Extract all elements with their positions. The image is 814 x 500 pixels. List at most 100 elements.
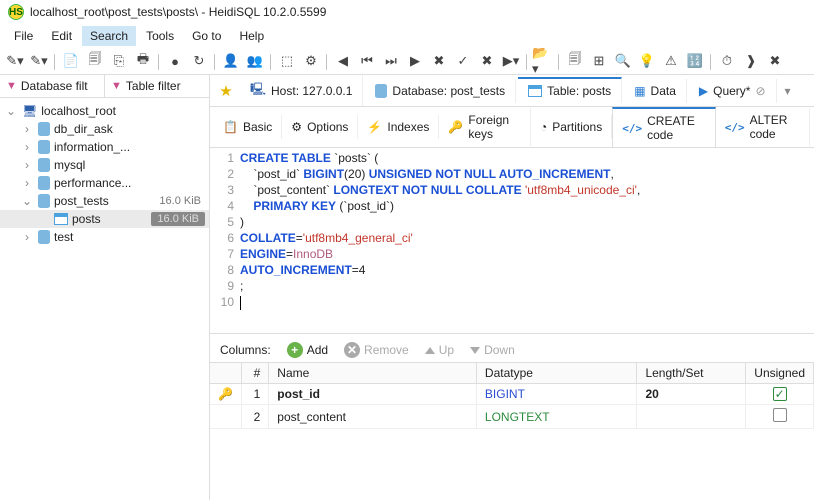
tree-db-performance...[interactable]: ›performance... (0, 174, 209, 192)
query-icon: ▶ (699, 84, 708, 98)
menu-file[interactable]: File (6, 26, 41, 46)
toolbar-button[interactable]: ✓ (452, 50, 474, 72)
toolbar-button[interactable]: 📄 (60, 50, 82, 72)
unsigned-checkbox[interactable] (773, 408, 787, 422)
move-down-button[interactable]: Down (470, 343, 515, 357)
separator: │ (52, 50, 58, 72)
column-row[interactable]: 🔑1post_idBIGINT20✓ (210, 384, 814, 405)
subtab-partitions[interactable]: ◔Partitions (531, 115, 612, 139)
menu-edit[interactable]: Edit (43, 26, 80, 46)
menu-go-to[interactable]: Go to (184, 26, 229, 46)
toolbar-button[interactable]: ⚠ (660, 50, 682, 72)
toolbar-button[interactable]: ⏮ (356, 50, 378, 72)
remove-column-button[interactable]: ✕Remove (344, 342, 409, 358)
code-icon: </> (725, 121, 745, 134)
separator: │ (708, 50, 714, 72)
columns-label: Columns: (220, 343, 271, 357)
subtab-foreign-keys[interactable]: 🔑Foreign keys (439, 108, 531, 146)
toolbar-button[interactable]: 💡 (636, 50, 658, 72)
subtab-alter-code[interactable]: </>ALTER code (716, 108, 810, 146)
tree-server[interactable]: ⌄🖥localhost_root (0, 102, 209, 120)
table-filter[interactable]: ▼Table filter (104, 75, 209, 97)
subtab-indexes[interactable]: ⚡Indexes (358, 115, 439, 139)
database-icon (38, 158, 50, 172)
tab-database[interactable]: Database: post_tests (365, 79, 516, 103)
sidebar: ▼Database filt ▼Table filter ⌄🖥localhost… (0, 75, 210, 500)
tree-db-test[interactable]: ›test (0, 228, 209, 246)
tab-query[interactable]: ▶Query*⊘ (689, 79, 777, 103)
menu-search[interactable]: Search (82, 26, 136, 46)
toolbar-button[interactable]: ▶▾ (500, 50, 522, 72)
toolbar-button[interactable]: ⎘ (108, 50, 130, 72)
move-up-button[interactable]: Up (425, 343, 454, 357)
toolbar-button[interactable]: ✖ (764, 50, 786, 72)
toolbar-button[interactable]: ❱ (740, 50, 762, 72)
menu-tools[interactable]: Tools (138, 26, 182, 46)
database-filter[interactable]: ▼Database filt (0, 75, 104, 97)
database-icon (38, 176, 50, 190)
toolbar-button[interactable]: ▶ (404, 50, 426, 72)
toolbar-button[interactable]: ✎▾ (28, 50, 50, 72)
code-icon: </> (622, 122, 642, 135)
toolbar-button[interactable]: 👥 (244, 50, 266, 72)
separator: │ (268, 50, 274, 72)
toolbar-button[interactable]: ↻ (188, 50, 210, 72)
toolbar-button[interactable]: ⏭ (380, 50, 402, 72)
new-tab-icon[interactable]: ▾ (779, 84, 797, 98)
database-icon (38, 140, 50, 154)
subtab-create-code[interactable]: </>CREATE code (612, 107, 715, 147)
column-row[interactable]: 2post_contentLONGTEXT (210, 405, 814, 429)
favorite-icon[interactable]: ★ (214, 82, 238, 100)
tab-data[interactable]: ▦Data (624, 79, 687, 103)
sub-tabbar: 📋Basic⚙Options⚡Indexes🔑Foreign keys◔Part… (210, 107, 814, 148)
titlebar: HS localhost_root\post_tests\posts\ - He… (0, 0, 814, 24)
up-icon (425, 347, 435, 354)
toolbar-button[interactable]: ⏱ (716, 50, 738, 72)
tree-db-mysql[interactable]: ›mysql (0, 156, 209, 174)
toolbar-button[interactable]: ✎▾ (4, 50, 26, 72)
toolbar-button[interactable]: ⚙ (300, 50, 322, 72)
toolbar-button[interactable]: ◀ (332, 50, 354, 72)
host-icon: 🖳 (250, 80, 266, 101)
toolbar-button[interactable]: 🖶 (132, 50, 154, 72)
toolbar-button[interactable]: 🗐 (84, 50, 106, 72)
unsigned-checkbox[interactable]: ✓ (773, 387, 787, 401)
sql-editor[interactable]: 12345678910 CREATE TABLE `posts` ( `post… (210, 148, 814, 333)
main-toolbar: ✎▾✎▾│📄🗐⎘🖶│●↻│👤👥│⬚⚙│◀⏮⏭▶✖✓✖▶▾│📂▾│🗐⊞🔍💡⚠🔢│⏱… (0, 48, 814, 75)
toolbar-button[interactable]: ● (164, 50, 186, 72)
toolbar-button[interactable]: 🔍 (612, 50, 634, 72)
tab-table[interactable]: Table: posts (518, 77, 622, 103)
primary-key-icon: 🔑 (218, 387, 233, 401)
object-tree[interactable]: ⌄🖥localhost_root›db_dir_ask›information_… (0, 98, 209, 250)
separator: │ (212, 50, 218, 72)
separator: │ (324, 50, 330, 72)
tab-host[interactable]: 🖳Host: 127.0.0.1 (240, 75, 363, 106)
subtab-basic[interactable]: 📋Basic (214, 115, 282, 139)
tree-table-posts[interactable]: posts16.0 KiB (0, 210, 209, 228)
toolbar-button[interactable]: 👤 (220, 50, 242, 72)
add-column-button[interactable]: +Add (287, 342, 328, 358)
top-tabbar: ★🖳Host: 127.0.0.1Database: post_testsTab… (210, 75, 814, 107)
columns-grid[interactable]: #NameDatatypeLength/SetUnsigned🔑1post_id… (210, 363, 814, 429)
database-icon (375, 84, 387, 98)
menubar: FileEditSearchToolsGo toHelp (0, 24, 814, 48)
toolbar-button[interactable]: ✖ (476, 50, 498, 72)
toolbar-button[interactable]: ✖ (428, 50, 450, 72)
menu-help[interactable]: Help (231, 26, 272, 46)
toolbar-button[interactable]: ⬚ (276, 50, 298, 72)
toolbar-button[interactable]: ⊞ (588, 50, 610, 72)
toolbar-button[interactable]: 🔢 (684, 50, 706, 72)
toolbar-button[interactable]: 🗐 (564, 50, 586, 72)
window-title: localhost_root\post_tests\posts\ - Heidi… (30, 5, 326, 19)
database-icon (38, 230, 50, 244)
app-icon: HS (8, 4, 24, 20)
tree-db-db_dir_ask[interactable]: ›db_dir_ask (0, 120, 209, 138)
database-icon (38, 194, 50, 208)
close-icon[interactable]: ⊘ (755, 84, 765, 98)
toolbar-button[interactable]: 📂▾ (532, 50, 554, 72)
table-icon (54, 213, 68, 225)
subtab-options[interactable]: ⚙Options (282, 115, 358, 139)
tree-db-post_tests[interactable]: ⌄post_tests16.0 KiB (0, 192, 209, 210)
tab-icon: 📋 (223, 120, 238, 134)
tree-db-information_...[interactable]: ›information_... (0, 138, 209, 156)
